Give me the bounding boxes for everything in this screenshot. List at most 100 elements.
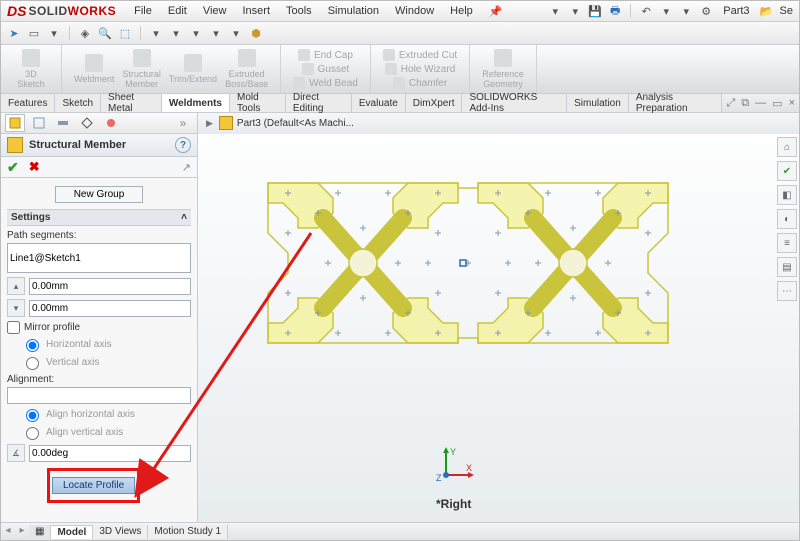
- bottom-tab-model[interactable]: Model: [51, 525, 93, 539]
- qa-filter-icon[interactable]: ▾: [47, 26, 61, 40]
- tab-feature-tree[interactable]: [5, 114, 25, 132]
- panel-body: New Group Settings ˄ Path segments: ▴ ▾: [1, 178, 197, 529]
- tab-evaluate[interactable]: Evaluate: [352, 94, 406, 112]
- breadcrumb-text[interactable]: Part3 (Default<As Machi...: [237, 118, 354, 129]
- help-icon[interactable]: ?: [175, 137, 191, 153]
- angle-input[interactable]: [29, 445, 191, 462]
- tab-dimxpert[interactable]: DimXpert: [406, 94, 463, 112]
- save-icon[interactable]: 💾: [588, 4, 602, 18]
- ribbon-reference-geometry[interactable]: Reference Geometry: [478, 47, 528, 91]
- ribbon-trim-extend[interactable]: Trim/Extend: [165, 52, 221, 86]
- tab-panel-overflow[interactable]: »: [173, 114, 193, 132]
- align-horizontal-radio[interactable]: [26, 409, 39, 422]
- ribbon-gusset[interactable]: Gusset: [289, 62, 362, 76]
- tab-scroll-left[interactable]: ◂: [1, 525, 15, 539]
- tab-sheet-metal[interactable]: Sheet Metal: [101, 94, 162, 112]
- bottom-tab-motion-study[interactable]: Motion Study 1: [148, 525, 228, 539]
- qa-arrow-icon[interactable]: ➤: [7, 26, 21, 40]
- tab-simulation[interactable]: Simulation: [567, 94, 629, 112]
- path-segments-input[interactable]: [7, 243, 191, 273]
- view-triad[interactable]: Y X Z: [436, 445, 476, 485]
- tab-property-manager[interactable]: [29, 114, 49, 132]
- graphics-area[interactable]: ▶ Part3 (Default<As Machi... ⌂ ✔ ◧ ◐ ≡ ▤…: [198, 113, 799, 529]
- qa-select-icon[interactable]: ▭: [27, 26, 41, 40]
- menu-file[interactable]: File: [126, 3, 160, 20]
- tab-weldments[interactable]: Weldments: [162, 94, 230, 112]
- pin-icon[interactable]: 📌: [481, 3, 511, 20]
- restore-icon[interactable]: ▭: [772, 97, 782, 110]
- qa-cube-icon[interactable]: ⬚: [118, 26, 132, 40]
- cancel-button[interactable]: ✖: [29, 159, 40, 175]
- align-vertical-radio[interactable]: [26, 427, 39, 440]
- qa-section-icon[interactable]: ▾: [169, 26, 183, 40]
- ribbon-structural-member[interactable]: Structural Member: [118, 47, 165, 91]
- qa-zoom-icon[interactable]: 🔍: [98, 26, 112, 40]
- qa-appearance-icon[interactable]: ▾: [209, 26, 223, 40]
- ribbon-3d-sketch[interactable]: 3D Sketch: [9, 47, 53, 91]
- ribbon-end-cap[interactable]: End Cap: [289, 48, 362, 62]
- tab-features[interactable]: Features: [1, 94, 55, 112]
- heads-up-toolbar: ⌂ ✔ ◧ ◐ ≡ ▤ ⋯: [777, 137, 795, 301]
- tab-analysis-preparation[interactable]: Analysis Preparation: [629, 94, 723, 112]
- qa-view-icon[interactable]: ◈: [78, 26, 92, 40]
- menu-window[interactable]: Window: [387, 3, 442, 20]
- minimize-icon[interactable]: —: [755, 97, 766, 109]
- bottom-tab-3d-views[interactable]: 3D Views: [93, 525, 148, 539]
- ok-button[interactable]: ✔: [7, 159, 19, 176]
- new-group-button[interactable]: New Group: [55, 186, 144, 203]
- tab-mold-tools[interactable]: Mold Tools: [230, 94, 286, 112]
- ribbon-extruded-cut[interactable]: Extruded Cut: [379, 48, 461, 62]
- menu-tools[interactable]: Tools: [278, 3, 320, 20]
- mirror-vertical-radio[interactable]: [26, 357, 39, 370]
- new-doc-icon[interactable]: ▾: [548, 4, 562, 18]
- tab-configuration[interactable]: [53, 114, 73, 132]
- folder-icon[interactable]: 📂: [760, 4, 774, 18]
- view-check-icon[interactable]: ✔: [777, 161, 797, 181]
- menu-edit[interactable]: Edit: [160, 3, 195, 20]
- ribbon-chamfer[interactable]: Chamfer: [379, 76, 461, 90]
- undo-icon[interactable]: ↶: [639, 4, 653, 18]
- mirror-profile-checkbox[interactable]: [7, 321, 20, 334]
- close-icon[interactable]: ×: [789, 97, 795, 109]
- alignment-input[interactable]: [7, 387, 191, 404]
- ribbon-hole-wizard[interactable]: Hole Wizard: [379, 62, 461, 76]
- pushpin-icon[interactable]: ↗: [182, 161, 191, 174]
- expand-icon[interactable]: ⤢: [726, 97, 735, 110]
- view-filter-icon[interactable]: ▤: [777, 257, 797, 277]
- view-layers-icon[interactable]: ≡: [777, 233, 797, 253]
- gear-icon[interactable]: ⚙: [699, 4, 713, 18]
- menu-view[interactable]: View: [195, 3, 235, 20]
- tab-addins[interactable]: SOLIDWORKS Add-Ins: [462, 94, 567, 112]
- menu-simulation[interactable]: Simulation: [320, 3, 387, 20]
- home-view-icon[interactable]: ⌂: [777, 137, 797, 157]
- redo-icon[interactable]: ▾: [659, 4, 673, 18]
- qa-display-icon[interactable]: ▾: [149, 26, 163, 40]
- breadcrumb-arrow-icon[interactable]: ▶: [206, 118, 213, 129]
- ribbon-weldment[interactable]: Weldment: [70, 52, 118, 86]
- qa-hide-icon[interactable]: ▾: [189, 26, 203, 40]
- qa-scene-icon[interactable]: ▾: [229, 26, 243, 40]
- tab-scroll-right[interactable]: ▸: [15, 525, 29, 539]
- ribbon-weld-bead[interactable]: Weld Bead: [289, 76, 362, 90]
- options-icon[interactable]: ▾: [679, 4, 693, 18]
- mirror-horizontal-radio[interactable]: [26, 339, 39, 352]
- settings-header[interactable]: Settings ˄: [7, 209, 191, 226]
- ribbon-extruded-boss[interactable]: Extruded Boss/Base: [221, 47, 272, 91]
- offset2-input[interactable]: [29, 300, 191, 317]
- locate-profile-button[interactable]: Locate Profile: [52, 477, 135, 494]
- menu-insert[interactable]: Insert: [234, 3, 278, 20]
- tab-dimxpert-manager[interactable]: [77, 114, 97, 132]
- qa-render-icon[interactable]: ⬢: [249, 26, 263, 40]
- open-doc-icon[interactable]: ▾: [568, 4, 582, 18]
- tab-sketch[interactable]: Sketch: [55, 94, 101, 112]
- offset1-input[interactable]: [29, 278, 191, 295]
- split-icon[interactable]: ⧉: [741, 97, 749, 110]
- print-icon[interactable]: 🖶: [608, 4, 622, 18]
- tab-display-manager[interactable]: [101, 114, 121, 132]
- view-settings-icon[interactable]: ◧: [777, 185, 797, 205]
- bottom-tab-icon[interactable]: ▦: [29, 525, 51, 539]
- menu-help[interactable]: Help: [442, 3, 481, 20]
- view-appearance-icon[interactable]: ◐: [777, 209, 797, 229]
- view-more-icon[interactable]: ⋯: [777, 281, 797, 301]
- tab-direct-editing[interactable]: Direct Editing: [286, 94, 352, 112]
